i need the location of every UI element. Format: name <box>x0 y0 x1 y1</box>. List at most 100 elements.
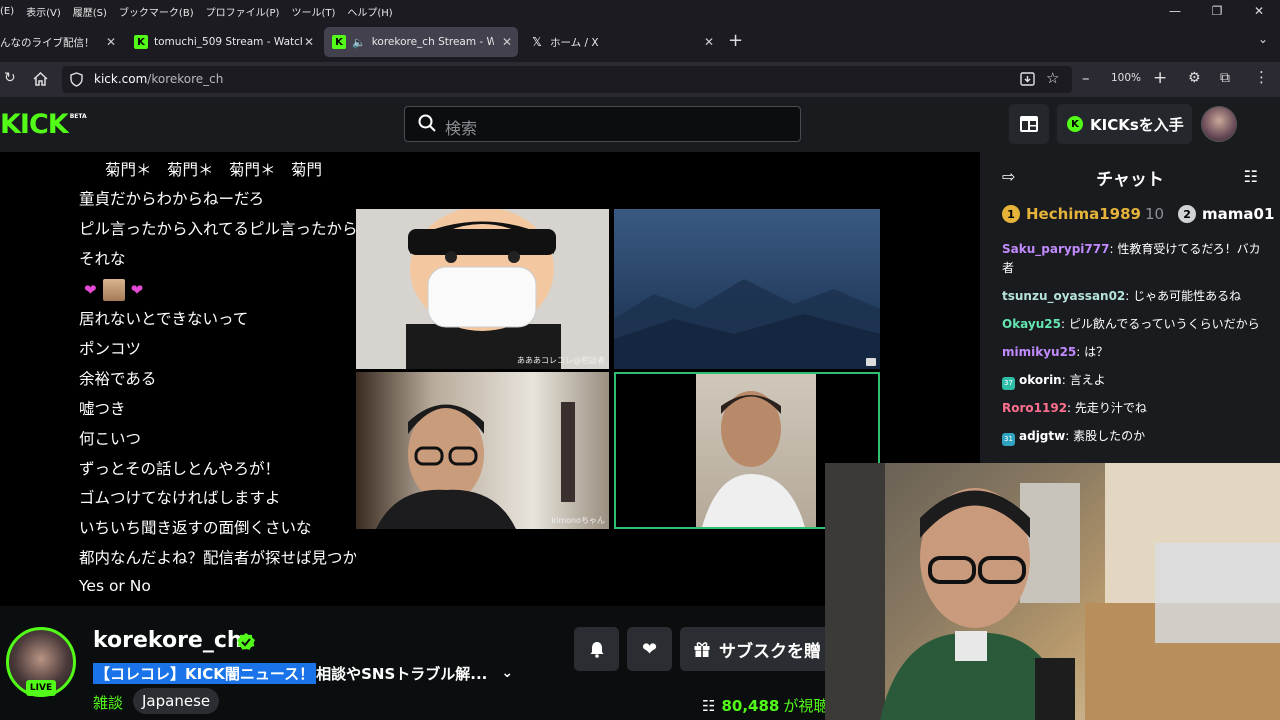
tab-close-icon[interactable]: ✕ <box>704 35 714 49</box>
tab-title: korekore_ch Stream - Watch <box>371 36 494 48</box>
channel-info-bar: LIVE korekore_ch 【コレコレ】KICK闇ニュース！ 相談やSNS… <box>0 606 840 720</box>
participant-label: あああコレコレ@相談者 <box>517 356 605 365</box>
tab-3[interactable]: 𝕏 ホーム / X ✕ <box>524 27 720 57</box>
muted-camera-icon <box>866 358 876 366</box>
category-link[interactable]: 雑談 <box>93 692 123 713</box>
kick-favicon-icon: K <box>134 35 148 49</box>
url-path: /korekore_ch <box>147 72 224 86</box>
kicks-coin-icon: K <box>1067 116 1083 132</box>
menu-help[interactable]: ヘルプ(H) <box>341 4 398 19</box>
tab-close-icon[interactable]: ✕ <box>304 35 314 49</box>
chat-text: 先走り汁でね <box>1074 401 1147 415</box>
gold-rank-badge: 1 <box>1002 205 1020 223</box>
chat-username[interactable]: tsunzu_oyassan02 <box>1002 289 1125 303</box>
address-bar[interactable]: kick.com/korekore_ch ☆ <box>62 66 1072 93</box>
stream-title-rest: 相談やSNSトラブル解... <box>316 664 488 683</box>
bell-icon <box>590 641 603 658</box>
tab-0[interactable]: んなのライブ配信！ <box>0 27 110 57</box>
zoom-level[interactable]: 100% <box>1111 72 1141 84</box>
extension-gear-icon[interactable]: ⚙ <box>1188 70 1201 86</box>
chat-username[interactable]: okorin <box>1019 373 1062 387</box>
overlay-comment: 童貞だからわからねーだろ <box>79 190 265 208</box>
minimize-icon[interactable]: — <box>1154 0 1196 22</box>
streamer-webcam-overlay <box>825 463 1280 720</box>
reload-icon[interactable]: ↻ <box>4 70 16 86</box>
menu-history[interactable]: 履歴(S) <box>67 4 113 19</box>
close-window-icon[interactable]: ✕ <box>1238 0 1280 22</box>
gifter-name[interactable]: mama01 <box>1202 205 1274 223</box>
user-avatar[interactable] <box>1201 106 1237 142</box>
chat-text: は？ <box>1084 345 1109 359</box>
menu-view[interactable]: 表示(V) <box>20 4 67 19</box>
follow-button[interactable]: ❤ <box>627 627 672 671</box>
channel-name[interactable]: korekore_ch <box>93 628 243 653</box>
chat-text: 言えよ <box>1069 373 1106 387</box>
overlay-comment: 都内なんだよね？配信者が探せば見つか <box>79 549 356 567</box>
dashboard-button[interactable] <box>1009 104 1049 144</box>
speaker-icon[interactable]: 🔈 <box>352 36 366 49</box>
chevron-down-icon[interactable]: ⌄ <box>501 665 513 681</box>
participant-panel-landscape <box>614 209 880 369</box>
chat-message: mimikyu25: は？ <box>1002 345 1109 359</box>
restore-icon[interactable]: ❐ <box>1196 0 1238 22</box>
zoom-out-icon[interactable]: – <box>1082 69 1090 87</box>
heart-emote-icon: ❤ <box>84 281 97 299</box>
chat-username[interactable]: adjgtw <box>1019 429 1065 443</box>
menu-bookmarks[interactable]: ブックマーク(B) <box>113 4 200 19</box>
overlay-comment: いちいち聞き返すの面倒くさいな <box>79 519 312 537</box>
menu-bar: (E) 表示(V) 履歴(S) ブックマーク(B) プロファイル(P) ツール(… <box>0 0 1280 22</box>
tab-close-icon[interactable]: ✕ <box>502 35 512 49</box>
chat-username[interactable]: Saku_parypi777 <box>1002 242 1109 256</box>
get-kicks-button[interactable]: K KICKsを入手 <box>1057 104 1192 144</box>
dashboard-icon <box>1020 116 1038 132</box>
chat-users-icon[interactable]: ☷ <box>1244 167 1258 186</box>
chat-title: チャット <box>1096 170 1164 190</box>
viewer-count: ☷ 80,488 が視聴 <box>702 695 828 716</box>
search-input[interactable]: 検索 <box>404 106 801 142</box>
language-tag[interactable]: Japanese <box>133 688 220 714</box>
subscribe-label: サブスクを贈 <box>719 641 821 662</box>
overlay-comment: ポンコツ <box>79 340 142 358</box>
url-host: kick.com <box>94 72 148 86</box>
gift-subscription-button[interactable]: サブスクを贈 <box>680 627 840 671</box>
chat-message: Saku_parypi777: 性教育受けてるだろ！バカ者 <box>1002 242 1261 275</box>
gift-icon <box>694 642 710 657</box>
tab-title: ホーム / X <box>550 36 599 49</box>
kick-favicon-icon: K <box>332 35 346 49</box>
search-icon <box>418 114 436 132</box>
chat-username[interactable]: Okayu25 <box>1002 317 1061 331</box>
window-controls: — ❐ ✕ <box>1154 0 1280 22</box>
logo-text: KICK <box>0 109 69 140</box>
menu-tools[interactable]: ツール(T) <box>285 4 341 19</box>
zoom-in-icon[interactable]: + <box>1153 68 1167 88</box>
scrolling-comment: 菊門＊ 菊門＊ 菊門＊ 菊門 <box>105 161 323 179</box>
extensions-puzzle-icon[interactable]: ⧉ <box>1220 70 1230 86</box>
app-menu-icon[interactable]: ⋮ <box>1254 68 1269 86</box>
reader-view-icon[interactable] <box>1020 72 1035 86</box>
face-emote-icon <box>102 279 125 301</box>
live-badge: LIVE <box>26 680 56 696</box>
chat-message: tsunzu_oyassan02: じゃあ可能性あるね <box>1002 289 1242 303</box>
chat-username[interactable]: mimikyu25 <box>1002 345 1076 359</box>
chat-message: Okayu25: ピル飲んでるっていうくらいだから <box>1002 317 1260 331</box>
menu-edit[interactable]: (E) <box>0 6 20 17</box>
subscriber-badge-icon: 37 <box>1002 377 1015 390</box>
menu-profiles[interactable]: プロファイル(P) <box>200 4 286 19</box>
tab-close-icon[interactable]: ✕ <box>106 35 116 49</box>
overlay-comment: 余裕である <box>79 370 157 388</box>
new-tab-icon[interactable]: + <box>728 30 743 51</box>
participant-webcam <box>376 402 575 529</box>
gifter-name[interactable]: Hechima1989 <box>1026 205 1141 223</box>
stream-title[interactable]: 【コレコレ】KICK闇ニュース！ 相談やSNSトラブル解... ⌄ <box>93 661 513 685</box>
tab-list-chevron-icon[interactable]: ⌄ <box>1258 32 1268 46</box>
notification-button[interactable] <box>574 627 619 671</box>
gifter-count: 10 <box>1144 205 1165 223</box>
viewer-number: 80,488 <box>721 696 780 715</box>
kick-logo[interactable]: KICK BETA <box>0 109 87 140</box>
chat-username[interactable]: Roro1192 <box>1002 401 1067 415</box>
home-icon[interactable] <box>33 72 48 86</box>
shield-icon[interactable] <box>70 72 83 87</box>
bookmark-star-icon[interactable]: ☆ <box>1046 69 1059 87</box>
tab-1[interactable]: K tomuchi_509 Stream - Watch Li ✕ <box>128 27 320 57</box>
tab-2-active[interactable]: K 🔈 korekore_ch Stream - Watch ✕ <box>324 27 518 57</box>
